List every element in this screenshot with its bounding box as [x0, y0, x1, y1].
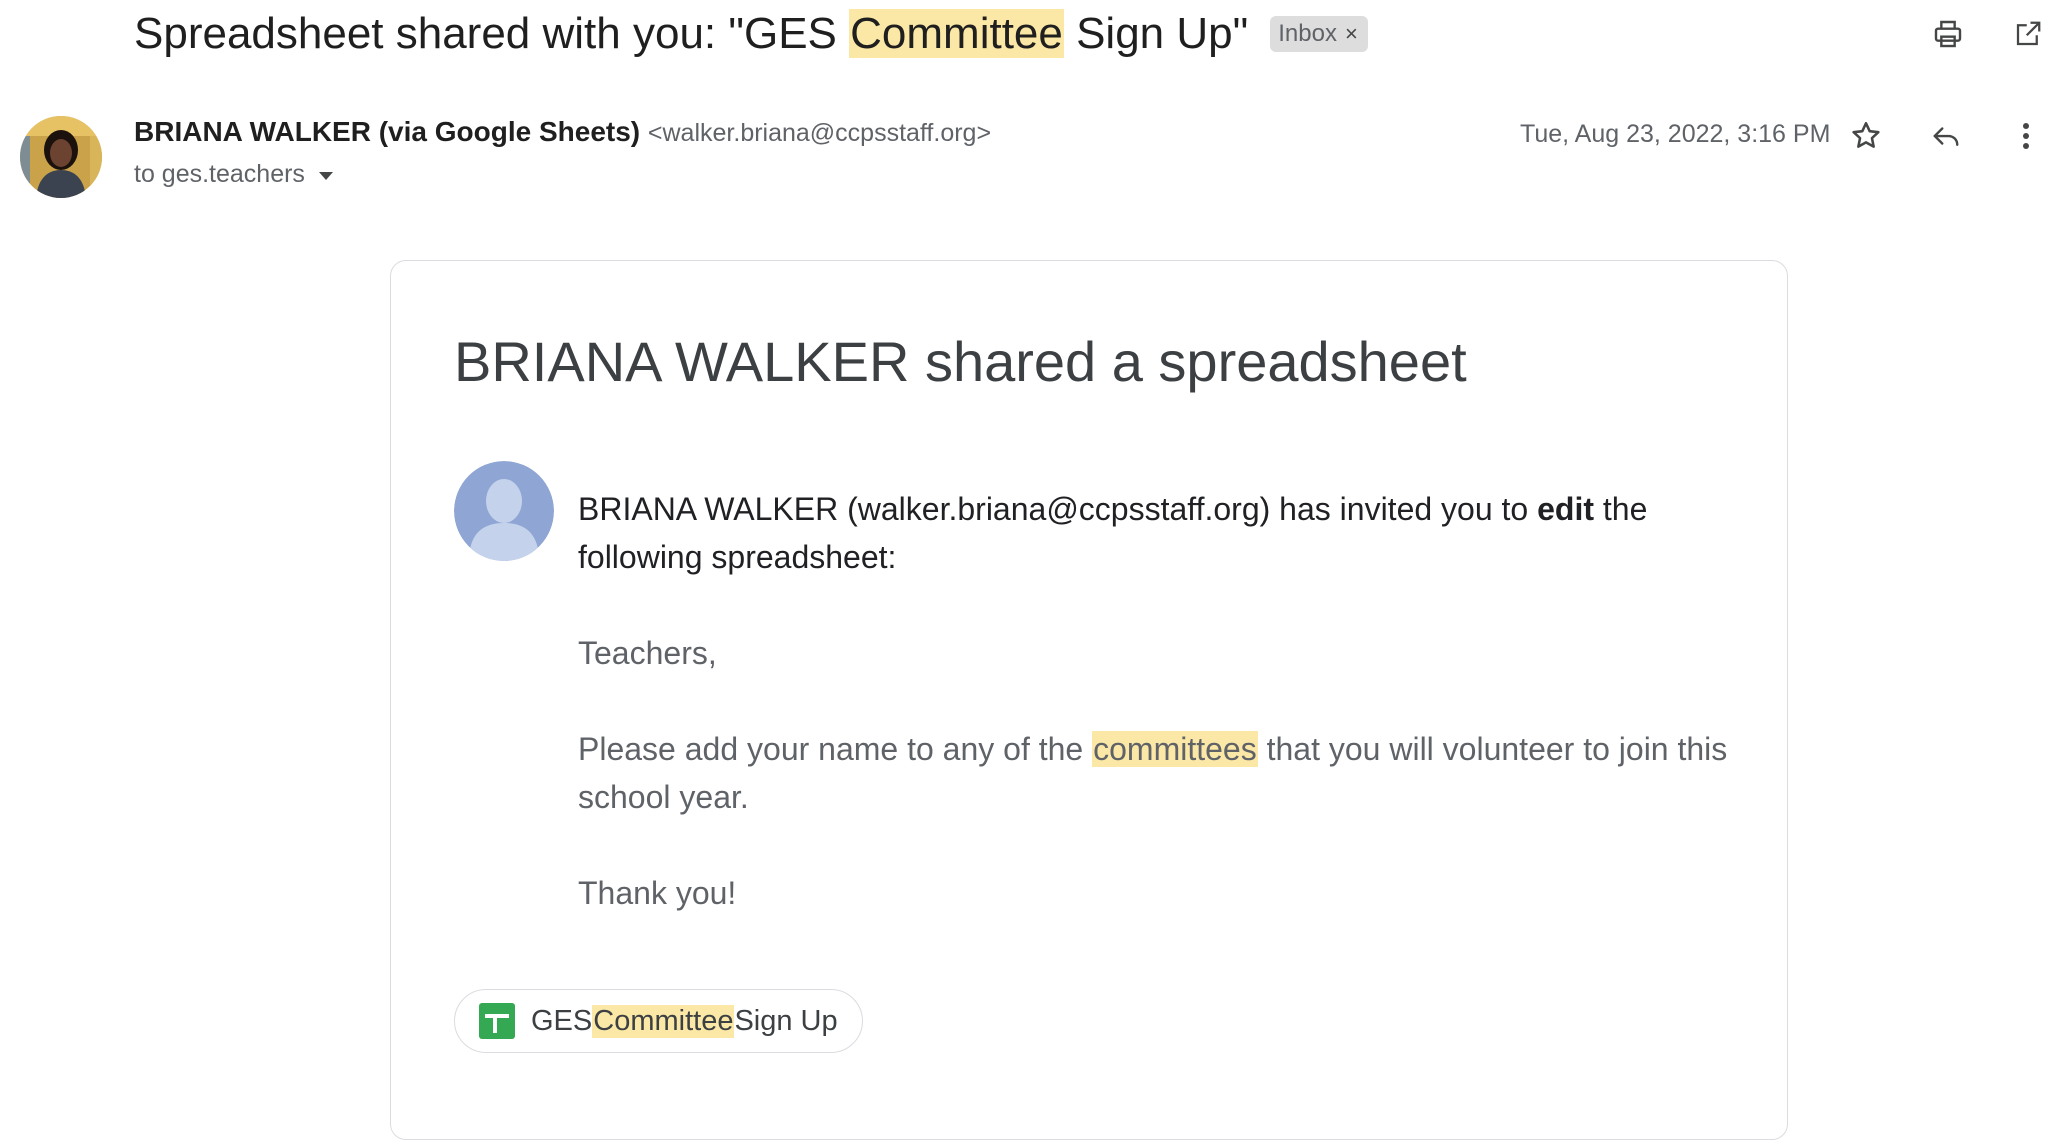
- sender-email: <walker.briana@ccpsstaff.org>: [647, 119, 992, 147]
- open-spreadsheet-chip[interactable]: GES Committee Sign Up: [454, 989, 863, 1053]
- invite-permission: edit: [1537, 491, 1594, 527]
- email-date: Tue, Aug 23, 2022, 3:16 PM: [1520, 120, 1831, 148]
- invite-text-before: BRIANA WALKER (walker.briana@ccpsstaff.o…: [578, 491, 1538, 527]
- recipient-text: to ges.teachers: [134, 160, 305, 188]
- message-closing: Thank you!: [578, 875, 737, 911]
- recipient-line: to ges.teachers: [134, 160, 335, 189]
- sender-name[interactable]: BRIANA WALKER (via Google Sheets): [134, 116, 640, 147]
- subject-text-prefix: Spreadsheet shared with you: "GES: [134, 9, 850, 58]
- share-message: Teachers, Please add your name to any of…: [578, 629, 1738, 965]
- file-name-prefix: GES: [531, 1004, 593, 1037]
- email-subject: Spreadsheet shared with you: "GES Commit…: [134, 9, 1248, 59]
- file-name-highlight: Committee: [592, 1004, 735, 1038]
- print-icon[interactable]: [1926, 12, 1970, 56]
- file-name-suffix: Sign Up: [734, 1004, 838, 1037]
- thread-actions: [1890, 12, 2066, 56]
- card-title: BRIANA WALKER shared a spreadsheet: [454, 330, 1467, 393]
- message-greeting: Teachers,: [578, 635, 717, 671]
- message-body: Please add your name to any of the commi…: [578, 725, 1738, 821]
- invite-text: BRIANA WALKER (walker.briana@ccpsstaff.o…: [578, 485, 1718, 581]
- subject-search-highlight: Committee: [849, 9, 1064, 58]
- sender-avatar[interactable]: [20, 116, 102, 198]
- message-search-highlight: committees: [1092, 731, 1258, 767]
- open-in-new-icon[interactable]: [2006, 12, 2050, 56]
- more-vert-icon[interactable]: [2004, 114, 2048, 158]
- caret-down-icon[interactable]: [317, 160, 335, 189]
- sender-line: BRIANA WALKER (via Google Sheets) <walke…: [134, 116, 991, 148]
- message-actions: [1844, 114, 2066, 158]
- subject-row: Spreadsheet shared with you: "GES Commit…: [134, 6, 2066, 62]
- google-sheets-icon: [479, 1003, 515, 1039]
- default-person-avatar: [454, 461, 554, 561]
- message-body-before: Please add your name to any of the: [578, 731, 1093, 767]
- star-icon[interactable]: [1844, 114, 1888, 158]
- share-notification-card: BRIANA WALKER shared a spreadsheet BRIAN…: [390, 260, 1788, 1140]
- remove-label-icon[interactable]: ×: [1345, 21, 1358, 47]
- inbox-label-chip[interactable]: Inbox ×: [1270, 16, 1368, 52]
- reply-icon[interactable]: [1924, 114, 1968, 158]
- inbox-label-text: Inbox: [1278, 20, 1337, 47]
- subject-text-suffix: Sign Up": [1063, 9, 1249, 58]
